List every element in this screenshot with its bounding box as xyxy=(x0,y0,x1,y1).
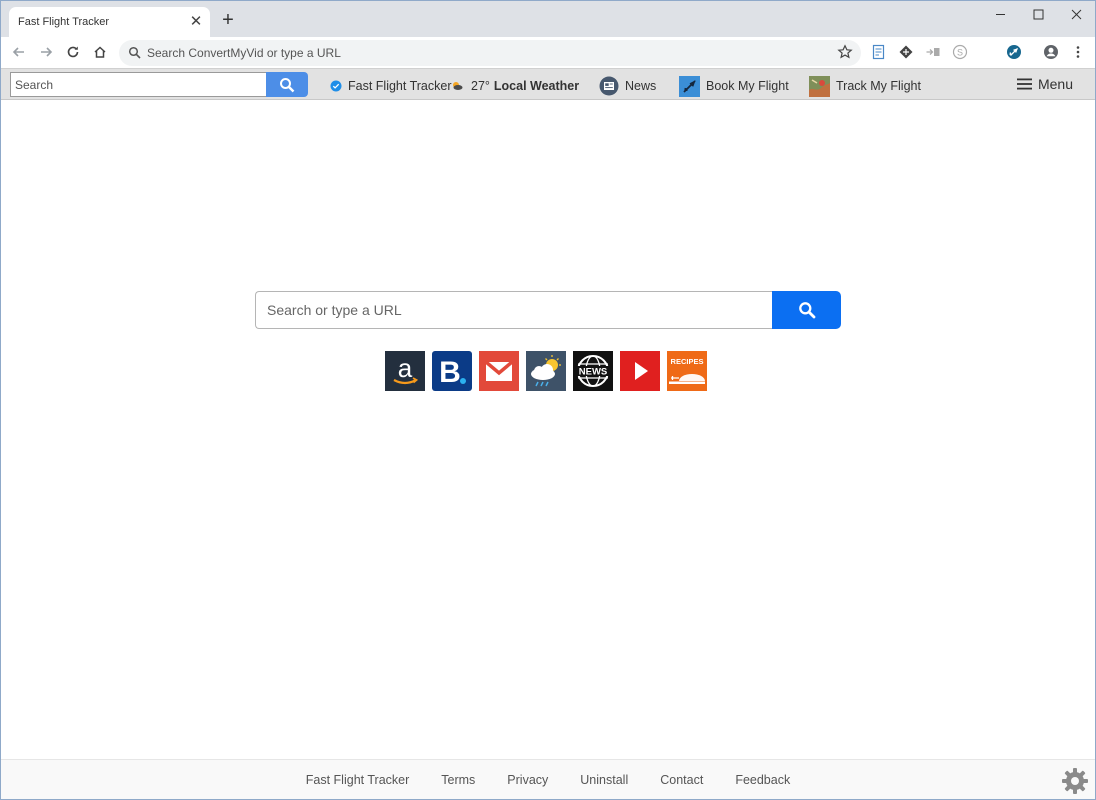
tab-strip: Fast Flight Tracker ✕ + xyxy=(1,1,1095,37)
footer-link-terms[interactable]: Terms xyxy=(441,773,475,787)
hamburger-icon xyxy=(1016,78,1032,90)
check-badge-icon xyxy=(330,80,342,92)
main-search-input[interactable] xyxy=(255,291,774,329)
link-news[interactable]: News xyxy=(599,76,657,96)
svg-text:NEWS: NEWS xyxy=(579,367,608,378)
new-tab-icon[interactable]: + xyxy=(218,10,238,30)
forward-icon[interactable] xyxy=(35,41,57,63)
weather-icon[interactable] xyxy=(526,351,566,391)
browser-toolbar: Search ConvertMyVid or type a URL S xyxy=(1,37,1095,68)
footer-link-privacy[interactable]: Privacy xyxy=(507,773,548,787)
footer: Fast Flight Tracker Terms Privacy Uninst… xyxy=(1,759,1095,799)
link-fast-flight-tracker-label: Fast Flight Tracker xyxy=(348,79,452,93)
weather-temperature: 27° xyxy=(471,79,490,93)
amazon-icon[interactable]: a xyxy=(385,351,425,391)
diamond-extension-icon[interactable] xyxy=(898,44,914,60)
home-icon[interactable] xyxy=(89,41,111,63)
link-local-weather-label: Local Weather xyxy=(493,79,580,93)
link-news-label: News xyxy=(625,79,657,93)
svg-text:S: S xyxy=(957,48,963,58)
maximize-icon[interactable] xyxy=(1019,3,1057,25)
link-track-my-flight[interactable]: Track My Flight xyxy=(809,75,921,97)
link-fast-flight-tracker[interactable]: Fast Flight Tracker xyxy=(330,77,452,95)
plane-ticket-icon xyxy=(679,75,700,97)
link-book-my-flight[interactable]: Book My Flight xyxy=(679,75,789,97)
svg-text:B: B xyxy=(439,356,461,389)
omnibox-placeholder: Search ConvertMyVid or type a URL xyxy=(147,46,341,60)
menu-button[interactable]: Menu xyxy=(1016,76,1073,92)
reload-icon[interactable] xyxy=(62,41,84,63)
search-icon xyxy=(128,46,141,64)
menu-label: Menu xyxy=(1037,76,1073,92)
extension-toolbar: Fast Flight Tracker 27° Local Weather Ne… xyxy=(1,68,1095,100)
link-track-my-flight-label: Track My Flight xyxy=(836,79,921,93)
quick-links: a B NEWS RECIPES xyxy=(385,351,707,391)
browser-menu-icon[interactable] xyxy=(1070,44,1086,60)
omnibox[interactable]: Search ConvertMyVid or type a URL xyxy=(119,40,861,66)
footer-link-uninstall[interactable]: Uninstall xyxy=(580,773,628,787)
toolbar-search-button[interactable] xyxy=(266,72,308,97)
gmail-icon[interactable] xyxy=(479,351,519,391)
booking-icon[interactable]: B xyxy=(432,351,472,391)
recipes-icon[interactable]: RECIPES xyxy=(667,351,707,391)
tab-close-icon[interactable]: ✕ xyxy=(188,14,204,30)
browser-window: Fast Flight Tracker ✕ + Search ConvertMy… xyxy=(0,0,1096,800)
arrow-extension-icon[interactable] xyxy=(925,44,941,60)
link-book-my-flight-label: Book My Flight xyxy=(706,79,789,93)
s-extension-icon[interactable]: S xyxy=(952,44,968,60)
weather-small-icon xyxy=(451,80,465,92)
toolbar-search-input[interactable] xyxy=(10,72,267,97)
footer-links: Fast Flight Tracker Terms Privacy Uninst… xyxy=(1,773,1095,787)
bookmark-star-icon[interactable] xyxy=(837,44,853,65)
flight-tracker-extension-icon[interactable] xyxy=(1006,44,1022,60)
footer-link-home[interactable]: Fast Flight Tracker xyxy=(306,773,410,787)
news-small-icon xyxy=(599,76,619,96)
youtube-icon[interactable] xyxy=(620,351,660,391)
profile-avatar-icon[interactable] xyxy=(1043,44,1059,60)
main-search-box xyxy=(255,291,841,329)
tab-fast-flight-tracker[interactable]: Fast Flight Tracker ✕ xyxy=(9,7,210,37)
tab-title: Fast Flight Tracker xyxy=(18,16,110,28)
gear-icon[interactable] xyxy=(1061,767,1089,799)
minimize-icon[interactable] xyxy=(981,3,1019,25)
search-icon xyxy=(280,77,295,92)
back-icon[interactable] xyxy=(8,41,30,63)
svg-text:a: a xyxy=(398,353,413,383)
news-icon[interactable]: NEWS xyxy=(573,351,613,391)
main-search-button[interactable] xyxy=(772,291,841,329)
map-icon xyxy=(809,75,830,97)
search-icon xyxy=(798,302,815,319)
recipes-label: RECIPES xyxy=(670,357,704,366)
close-window-icon[interactable] xyxy=(1057,3,1095,25)
footer-link-contact[interactable]: Contact xyxy=(660,773,703,787)
link-local-weather[interactable]: 27° Local Weather xyxy=(451,77,579,95)
notes-extension-icon[interactable] xyxy=(871,44,887,60)
footer-link-feedback[interactable]: Feedback xyxy=(735,773,790,787)
